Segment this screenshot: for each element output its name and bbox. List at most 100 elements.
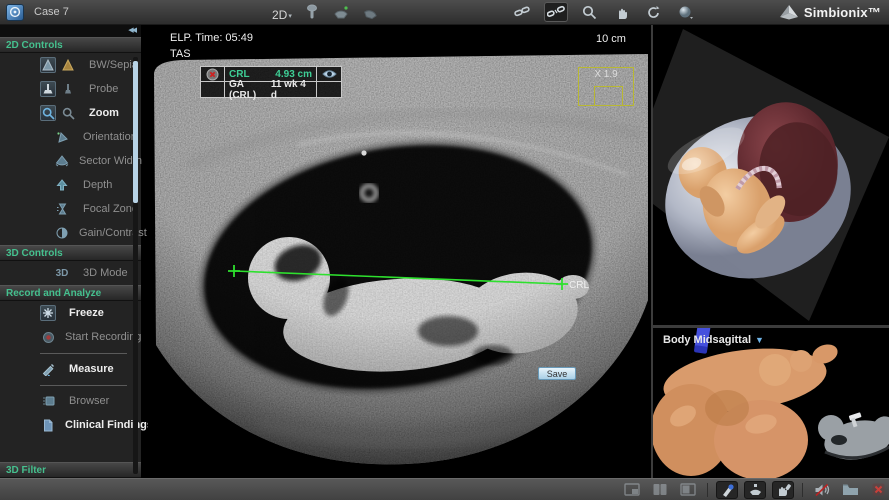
sidebar-item-clinical-findings[interactable]: Clinical Findings: [0, 413, 153, 437]
section-header-3d-controls: 3D Controls: [0, 245, 141, 261]
layout-dual-button[interactable]: [649, 481, 671, 499]
open-case-folder-button[interactable]: [839, 481, 861, 499]
gain-contrast-icon: [54, 225, 70, 241]
probe-dark-icon: [60, 81, 76, 97]
sidebar-item-sector-width[interactable]: Sector Width: [0, 149, 142, 173]
toolbar-separator: [707, 482, 709, 497]
probe-pin-button[interactable]: [302, 2, 322, 22]
fetus-3d-panel[interactable]: [625, 25, 889, 325]
link-probes-button[interactable]: [512, 2, 532, 22]
depth-scale-label: 10 cm: [596, 33, 626, 45]
exit-close-button[interactable]: [867, 481, 889, 499]
pan-hand-button[interactable]: [612, 2, 632, 22]
mute-speaker-button[interactable]: [811, 481, 833, 499]
top-toolbar: Case 7 2D ▾ Simbionix™: [0, 0, 889, 25]
measurement-value: 11 wk 4 d: [270, 78, 306, 101]
zoom-in-icon: [40, 105, 56, 121]
view-selector[interactable]: Body Midsagittal ▼: [663, 334, 764, 346]
depth-icon: [54, 177, 70, 193]
bottom-toolbar: [0, 478, 889, 500]
sidebar-item-zoom[interactable]: Zoom: [0, 101, 141, 125]
app-logo-icon: [6, 3, 24, 21]
zoom-tool-button[interactable]: [580, 2, 600, 22]
sidebar-divider: [40, 353, 127, 354]
sidebar-item-label: 3D Mode: [83, 267, 128, 279]
sidebar-item-probe[interactable]: Probe: [0, 77, 141, 101]
sidebar-scrollbar[interactable]: [133, 57, 138, 474]
measurement-empty-cell: [317, 82, 341, 97]
sidebar-item-label: Measure: [69, 363, 114, 375]
sidebar-item-label: Clinical Findings: [65, 419, 154, 431]
sidebar-item-orientation[interactable]: Orientation: [0, 125, 141, 149]
sidebar-item-label: Orientation: [83, 131, 137, 143]
rotate-tool-button[interactable]: [644, 2, 664, 22]
body-position-panel[interactable]: Body Midsagittal ▼: [653, 328, 889, 478]
sidebar-divider: [40, 385, 127, 386]
layout-single-button[interactable]: [621, 481, 643, 499]
save-button[interactable]: Save: [538, 367, 576, 380]
record-icon: [40, 329, 56, 345]
right-column: Body Midsagittal ▼: [625, 25, 889, 478]
sidebar-item-label: Zoom: [89, 107, 119, 119]
brand-logo: Simbionix™: [779, 4, 889, 20]
freeze-snowflake-icon: [40, 305, 56, 321]
zoom-region-indicator[interactable]: X 1.9: [578, 67, 634, 106]
measurement-visibility-button[interactable]: [317, 67, 341, 82]
fetus-3d-scene: [625, 25, 889, 325]
sidebar-collapse-button[interactable]: ◀◀: [128, 26, 137, 34]
focal-zone-icon: [54, 201, 70, 217]
unlink-probes-button[interactable]: [543, 2, 568, 22]
zoom-out-icon: [60, 105, 76, 121]
sidebar-top-strip: ◀◀: [0, 25, 141, 37]
sidebar-item-label: Browser: [69, 395, 110, 407]
ultrasound-view[interactable]: CRL ELP. Time: 05:49 TAS 10 cm CRL 4.93 …: [148, 25, 651, 478]
case-title: Case 7: [34, 6, 69, 18]
sidebar-item-bw-sepia[interactable]: BW/Sepia: [0, 53, 141, 77]
view-selector-label: Body Midsagittal: [663, 334, 752, 346]
chevron-down-icon: ▾: [288, 13, 292, 20]
section-header-record-analyze: Record and Analyze: [0, 285, 141, 301]
orientation-icon: [54, 129, 70, 145]
controls-sidebar: ◀◀ 2D Controls BW/Sepia Probe Zoom Orien…: [0, 25, 153, 478]
sidebar-item-label: Depth: [83, 179, 113, 191]
sidebar-item-start-recording[interactable]: Start Recording: [0, 325, 141, 349]
sector-width-icon: [54, 153, 70, 169]
sidebar-item-3d-mode[interactable]: 3D 3D Mode: [0, 261, 141, 285]
hand-probe-button[interactable]: [772, 480, 795, 499]
zoom-factor-label: X 1.9: [594, 69, 618, 80]
clinical-findings-document-icon: [40, 417, 56, 433]
sidebar-item-label: BW/Sepia: [89, 59, 138, 71]
sepia-triangle-icon: [60, 57, 76, 73]
sidebar-item-depth[interactable]: Depth: [0, 173, 141, 197]
browser-list-icon: [40, 393, 56, 409]
layout-overlay-button[interactable]: [677, 481, 699, 499]
elapsed-time-label: ELP. Time: 05:49: [170, 32, 253, 44]
section-header-3d-filter: 3D Filter: [0, 462, 141, 478]
sidebar-item-label: Start Recording: [65, 331, 142, 343]
simulator-window: Case 7 2D ▾ Simbionix™ ◀◀ 2D Controls BW…: [0, 0, 889, 500]
measurement-name: GA (CRL): [229, 78, 257, 101]
simbionix-pyramid-icon: [779, 5, 798, 20]
sidebar-item-measure[interactable]: Measure: [0, 357, 141, 381]
sidebar-item-label: Freeze: [69, 307, 104, 319]
transducer-tool-button[interactable]: [744, 480, 767, 499]
measurement-table: CRL 4.93 cm GA (CRL) 11 wk 4 d: [200, 66, 342, 101]
scrollbar-thumb[interactable]: [133, 61, 138, 203]
measure-caliper-icon: [40, 361, 56, 377]
transducer-a-button[interactable]: [330, 2, 352, 22]
probe-tool-button[interactable]: [716, 480, 739, 499]
sidebar-item-focal-zone[interactable]: Focal Zone: [0, 197, 141, 221]
transducer-b-button[interactable]: [360, 2, 382, 22]
mode-2d-button[interactable]: 2D ▾: [270, 2, 294, 22]
render-quality-button[interactable]: [676, 2, 696, 22]
sidebar-item-browser[interactable]: Browser: [0, 389, 141, 413]
mode-label: 2D: [272, 8, 288, 22]
probe-mode-label: TAS: [170, 48, 191, 60]
measurement-empty-cell: [201, 82, 225, 97]
sidebar-item-freeze[interactable]: Freeze: [0, 301, 141, 325]
measurement-delete-button[interactable]: [201, 67, 225, 82]
sidebar-item-label: Probe: [89, 83, 119, 95]
sidebar-item-gain-contrast[interactable]: Gain/Contrast: [0, 221, 147, 245]
eye-icon: [321, 70, 337, 78]
delete-x-icon: [206, 68, 219, 80]
